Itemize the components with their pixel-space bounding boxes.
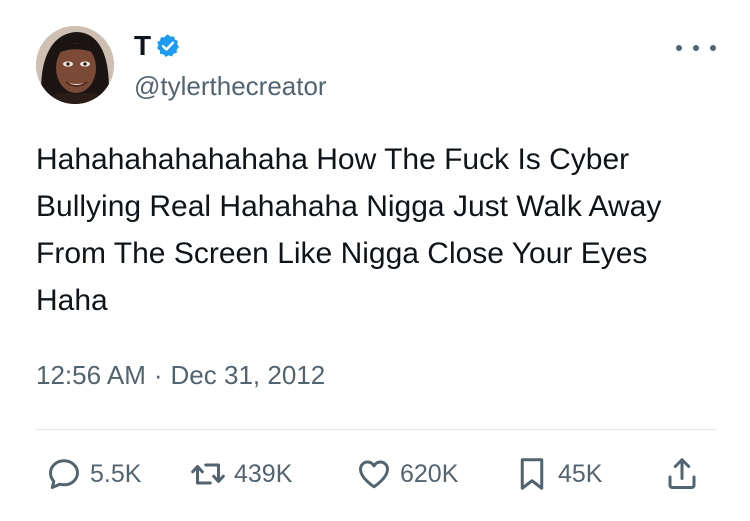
verified-badge-icon: [157, 34, 180, 57]
reply-count: 5.5K: [90, 460, 142, 488]
author-handle[interactable]: @tylerthecreator: [134, 70, 327, 102]
share-icon: [668, 458, 696, 489]
tweet-time: 12:56 AM: [36, 360, 146, 390]
like-count: 620K: [400, 460, 459, 488]
heart-icon: [359, 460, 389, 489]
tweet-text: Hahahahahahahaha How The Fuck Is Cyber B…: [36, 143, 662, 317]
more-dot: [693, 45, 699, 51]
author-name-row[interactable]: T: [134, 30, 181, 62]
avatar[interactable]: [36, 26, 114, 104]
tweet-date: Dec 31, 2012: [170, 360, 326, 390]
bookmark-button[interactable]: 45K: [514, 456, 602, 492]
retweet-count: 439K: [234, 460, 293, 488]
reply-icon: [49, 459, 79, 489]
retweet-icon: [191, 463, 225, 485]
tweet-card: T @tylerthecreator Hahahahahahahaha How …: [0, 0, 750, 521]
more-options-icon[interactable]: [676, 36, 716, 60]
share-button[interactable]: [664, 456, 700, 492]
tweet-timestamp[interactable]: 12:56 AM · Dec 31, 2012: [36, 358, 325, 392]
divider: [36, 429, 716, 430]
meta-separator: ·: [153, 360, 163, 390]
avatar-illustration: [36, 26, 114, 104]
retweet-button[interactable]: 439K: [190, 456, 292, 492]
more-dot: [676, 45, 682, 51]
bookmark-icon: [520, 458, 544, 490]
display-name[interactable]: T: [134, 30, 151, 62]
bookmark-count: 45K: [558, 460, 603, 488]
like-button[interactable]: 620K: [356, 456, 458, 492]
more-dot: [710, 45, 716, 51]
reply-button[interactable]: 5.5K: [46, 456, 141, 492]
